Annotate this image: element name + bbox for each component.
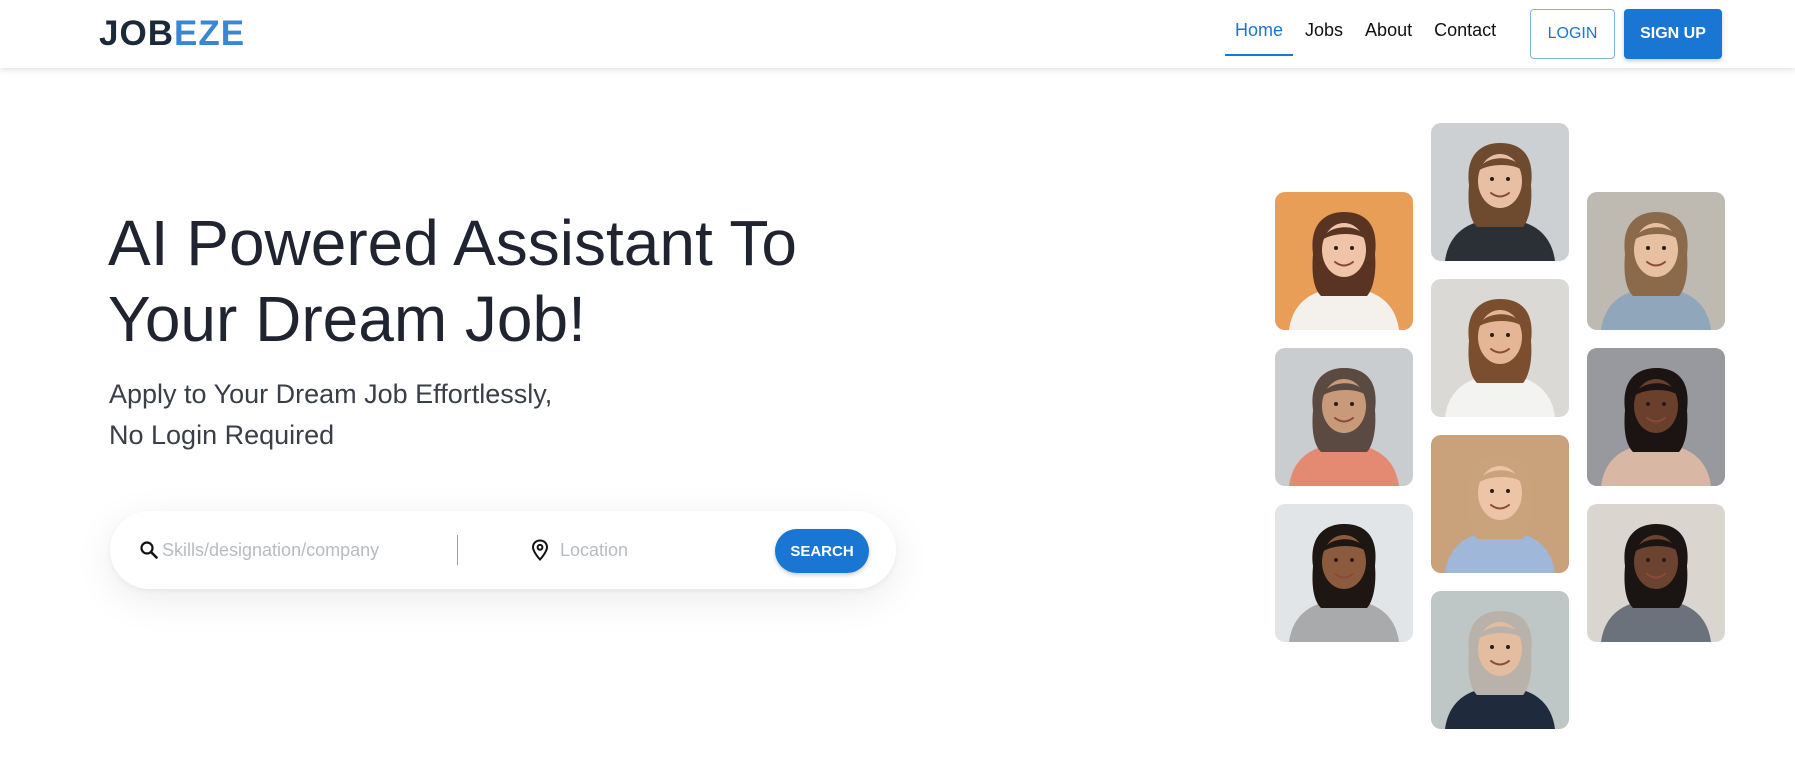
hero-subtitle: Apply to Your Dream Job Effortlessly, No… xyxy=(109,374,709,456)
job-search-bar: SEARCH xyxy=(110,511,896,589)
photo-woman-long-gray-hair xyxy=(1275,348,1413,486)
hero-subtitle-line1: Apply to Your Dream Job Effortlessly, xyxy=(109,379,553,409)
signup-button[interactable]: SIGN UP xyxy=(1624,9,1722,59)
logo-text-job: JOB xyxy=(99,14,174,53)
hero-title-line2: Your Dream Job! xyxy=(108,283,586,355)
top-navbar: JOBEZE Home Jobs About Contact LOGIN SIG… xyxy=(0,0,1795,68)
skills-search-input[interactable] xyxy=(162,535,452,565)
hero-title-line1: AI Powered Assistant To xyxy=(108,207,797,279)
jobeze-logo[interactable]: JOBEZE xyxy=(99,14,245,54)
nav-link-jobs[interactable]: Jobs xyxy=(1295,0,1353,56)
hero-subtitle-line2: No Login Required xyxy=(109,420,335,450)
location-search-input[interactable] xyxy=(560,535,760,565)
nav-link-about[interactable]: About xyxy=(1355,0,1422,56)
photo-woman-afro-gray-sweater xyxy=(1275,504,1413,642)
photo-woman-blonde-blue-shirt xyxy=(1431,435,1569,573)
photo-woman-smiling-orange-bg xyxy=(1275,192,1413,330)
hero-title: AI Powered Assistant To Your Dream Job! xyxy=(108,205,828,357)
nav-link-contact[interactable]: Contact xyxy=(1424,0,1506,56)
search-icon xyxy=(139,540,159,560)
photo-man-laptop-smiling xyxy=(1587,504,1725,642)
photo-woman-dark-curls-phone xyxy=(1587,348,1725,486)
nav-link-home[interactable]: Home xyxy=(1225,0,1294,56)
login-button[interactable]: LOGIN xyxy=(1530,9,1615,59)
nav-links: Home Jobs About Contact xyxy=(1225,0,1506,68)
photo-woman-brown-hair-office xyxy=(1431,123,1569,261)
search-divider xyxy=(457,535,458,565)
location-pin-icon xyxy=(531,539,549,561)
photo-man-smiling-on-phone xyxy=(1431,279,1569,417)
logo-text-eze: EZE xyxy=(173,14,246,53)
photo-man-glasses-suit-phone xyxy=(1431,591,1569,729)
photo-man-on-phone-headphones xyxy=(1587,192,1725,330)
search-button[interactable]: SEARCH xyxy=(775,529,869,573)
